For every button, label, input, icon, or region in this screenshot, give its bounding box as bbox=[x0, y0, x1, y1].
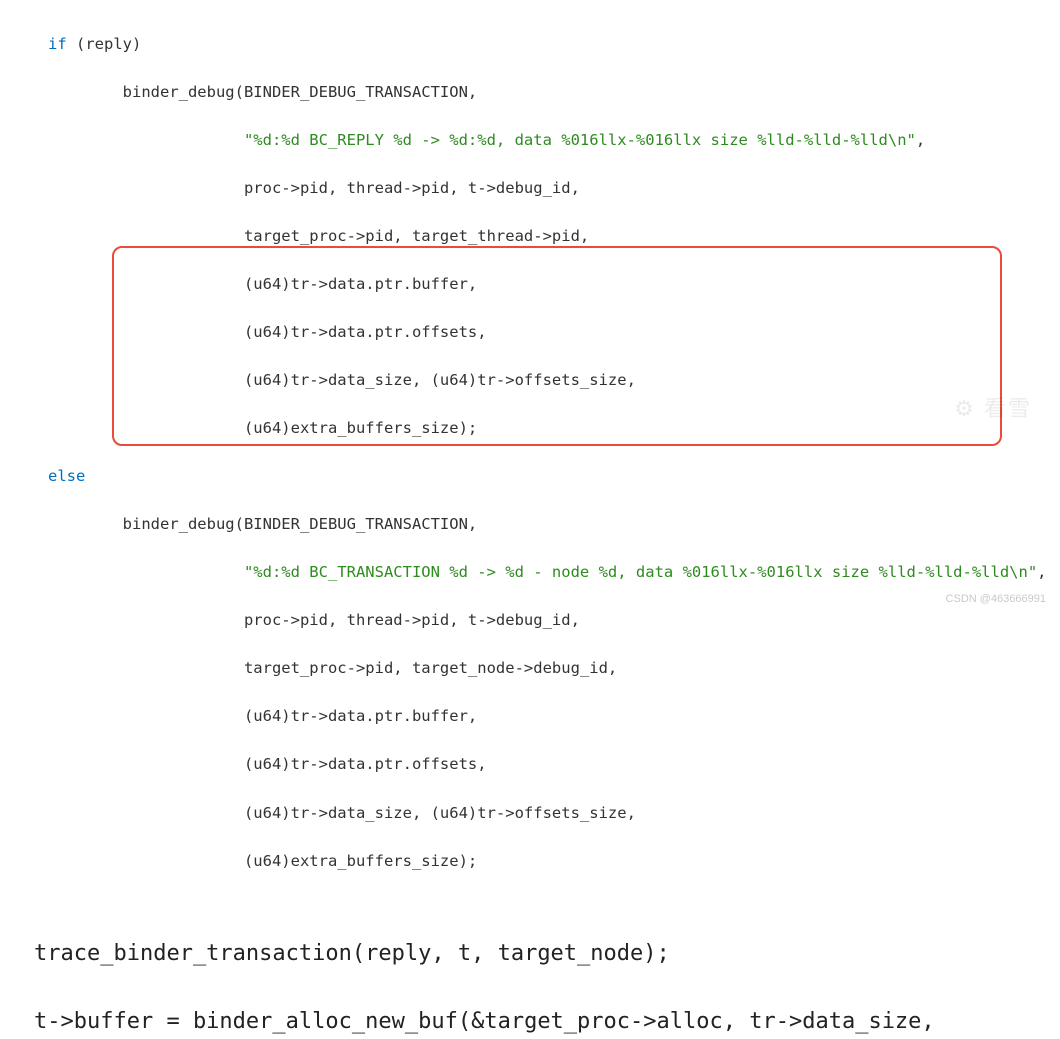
code-text: (u64)tr->data_size, (u64)tr->offsets_siz… bbox=[48, 804, 636, 822]
code-line: (u64)extra_buffers_size); bbox=[0, 849, 1060, 873]
code-text: , bbox=[916, 131, 925, 149]
code-line: (u64)extra_buffers_size); bbox=[0, 416, 1060, 440]
code-line-large: t->buffer = binder_alloc_new_buf(&target… bbox=[0, 1005, 1060, 1039]
code-line: "%d:%d BC_TRANSACTION %d -> %d - node %d… bbox=[0, 560, 1060, 584]
code-text: proc->pid, thread->pid, t->debug_id, bbox=[48, 179, 580, 197]
code-line: (u64)tr->data.ptr.offsets, bbox=[0, 752, 1060, 776]
code-text: (u64)tr->data_size, (u64)tr->offsets_siz… bbox=[48, 371, 636, 389]
code-text: (u64)tr->data.ptr.offsets, bbox=[48, 755, 487, 773]
code-text: (u64)extra_buffers_size); bbox=[48, 419, 477, 437]
code-line: if (reply) bbox=[0, 32, 1060, 56]
code-text: binder_debug(BINDER_DEBUG_TRANSACTION, bbox=[48, 515, 477, 533]
code-line: "%d:%d BC_REPLY %d -> %d:%d, data %016ll… bbox=[0, 128, 1060, 152]
code-text: , bbox=[1037, 563, 1046, 581]
code-text: (u64)extra_buffers_size); bbox=[48, 852, 477, 870]
code-text: (reply) bbox=[67, 35, 142, 53]
code-line: else bbox=[0, 464, 1060, 488]
code-line: target_proc->pid, target_node->debug_id, bbox=[0, 656, 1060, 680]
code-line: binder_debug(BINDER_DEBUG_TRANSACTION, bbox=[0, 80, 1060, 104]
keyword-if: if bbox=[48, 35, 67, 53]
code-text: target_proc->pid, target_node->debug_id, bbox=[48, 659, 617, 677]
string-literal: "%d:%d BC_TRANSACTION %d -> %d - node %d… bbox=[244, 563, 1037, 581]
code-text: (u64)tr->data.ptr.offsets, bbox=[48, 323, 487, 341]
code-block: if (reply) binder_debug(BINDER_DEBUG_TRA… bbox=[0, 0, 1060, 897]
code-line: target_proc->pid, target_thread->pid, bbox=[0, 224, 1060, 248]
code-line: (u64)tr->data_size, (u64)tr->offsets_siz… bbox=[0, 368, 1060, 392]
keyword-else: else bbox=[48, 467, 85, 485]
code-text: target_proc->pid, target_thread->pid, bbox=[48, 227, 589, 245]
code-text: (u64)tr->data.ptr.buffer, bbox=[48, 707, 477, 725]
code-line: proc->pid, thread->pid, t->debug_id, bbox=[0, 176, 1060, 200]
code-line: proc->pid, thread->pid, t->debug_id, bbox=[0, 608, 1060, 632]
code-line: binder_debug(BINDER_DEBUG_TRANSACTION, bbox=[0, 512, 1060, 536]
code-text: binder_debug(BINDER_DEBUG_TRANSACTION, bbox=[48, 83, 477, 101]
code-line: (u64)tr->data.ptr.offsets, bbox=[0, 320, 1060, 344]
code-line: (u64)tr->data.ptr.buffer, bbox=[0, 272, 1060, 296]
code-line-large: trace_binder_transaction(reply, t, targe… bbox=[0, 937, 1060, 971]
string-literal: "%d:%d BC_REPLY %d -> %d:%d, data %016ll… bbox=[244, 131, 916, 149]
code-text bbox=[48, 131, 244, 149]
code-text: (u64)tr->data.ptr.buffer, bbox=[48, 275, 477, 293]
code-line: (u64)tr->data_size, (u64)tr->offsets_siz… bbox=[0, 801, 1060, 825]
code-text bbox=[48, 563, 244, 581]
code-text: proc->pid, thread->pid, t->debug_id, bbox=[48, 611, 580, 629]
code-line: (u64)tr->data.ptr.buffer, bbox=[0, 704, 1060, 728]
